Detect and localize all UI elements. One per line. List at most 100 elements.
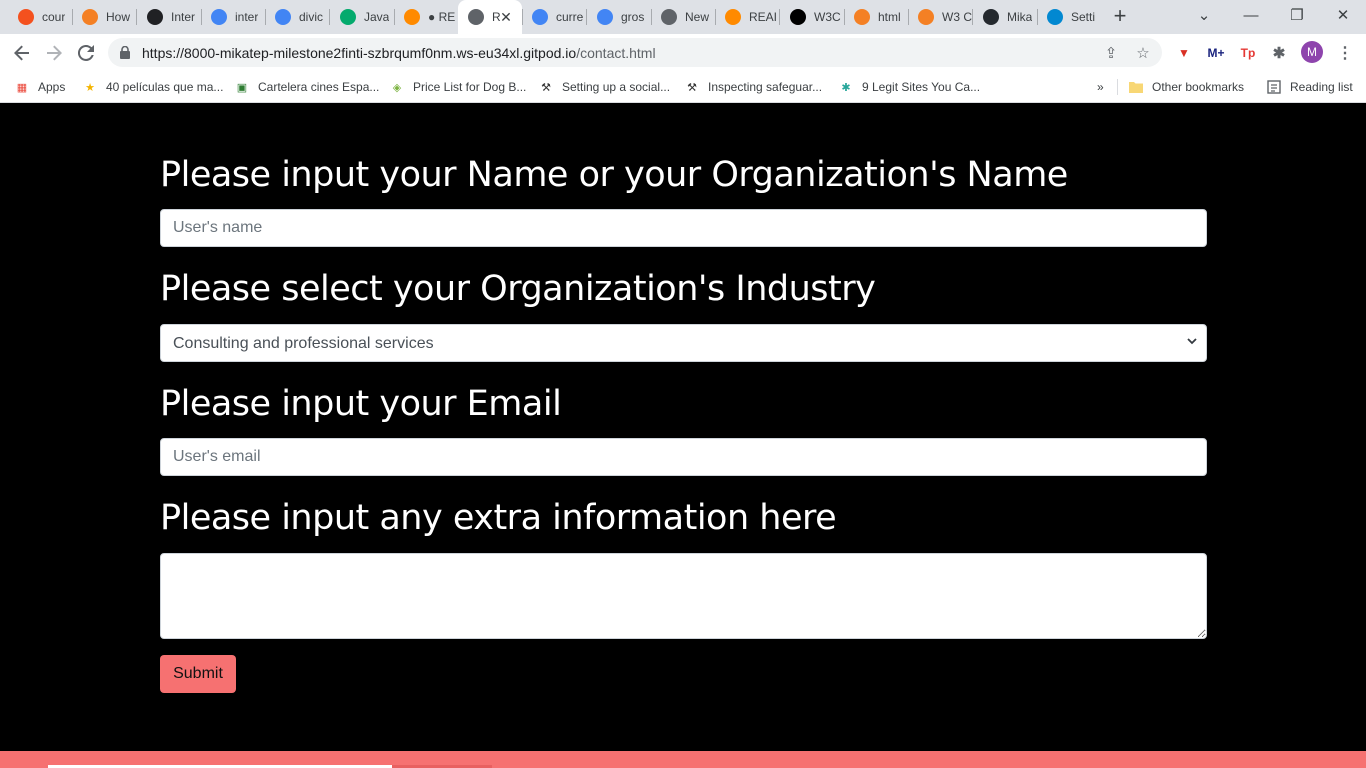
gitpod-icon [404, 9, 420, 25]
stackoverflow-icon [82, 9, 98, 25]
industry-heading: Please select your Organization's Indust… [160, 269, 876, 309]
browser-tab[interactable]: Setti [1037, 0, 1101, 34]
shield-ext-icon[interactable]: ▼ [1173, 42, 1195, 64]
close-tab-icon[interactable]: ✕ [498, 9, 514, 25]
tab-title: W3C [814, 10, 841, 24]
reload-icon [78, 45, 94, 61]
tab-title: New [685, 10, 710, 24]
browser-tab[interactable]: How [72, 0, 136, 34]
forward-button[interactable] [40, 39, 68, 67]
browser-tab[interactable]: W3C [780, 0, 844, 34]
tab-title: W3 C [942, 10, 972, 24]
bookmark-label: Apps [38, 80, 66, 94]
tab-strip: cour How Inter inter divic Java ● RE R ✕ curre gro… [0, 0, 1366, 34]
profile-avatar[interactable]: M [1301, 41, 1323, 63]
bookmark-item[interactable]: ◈ Price List for Dog B... [389, 77, 527, 97]
tab-title: ● RE [428, 10, 456, 24]
browser-tab[interactable]: inter [201, 0, 265, 34]
tab-title: html [878, 10, 901, 24]
bookmark-item[interactable]: ▦ Apps [14, 77, 66, 97]
industry-select-wrapper: Consulting and professional services [160, 324, 1207, 362]
bookmark-label: 40 películas que ma... [106, 80, 224, 94]
new-tab-button[interactable]: + [1108, 5, 1132, 29]
browser-tab[interactable]: REAI [715, 0, 779, 34]
extra-info-textarea[interactable] [160, 553, 1207, 639]
menu-kebab-icon[interactable]: ⋮ [1334, 42, 1356, 64]
bookmark-item[interactable]: ✱ 9 Legit Sites You Ca... [838, 77, 980, 97]
share-icon[interactable]: ⇪ [1100, 42, 1122, 64]
reading-list-label: Reading list [1290, 80, 1353, 94]
bookmarks-overflow-button[interactable]: » [1097, 77, 1104, 97]
browser-tab[interactable]: R ✕ [458, 0, 522, 34]
diamond-icon [1047, 9, 1063, 25]
globe-icon [147, 9, 163, 25]
browser-tab[interactable]: gros [587, 0, 651, 34]
google-icon [532, 9, 548, 25]
star-icon: ★ [85, 81, 95, 94]
browser-tab[interactable]: divic [265, 0, 329, 34]
browser-tab[interactable]: curre [522, 0, 586, 34]
reload-button[interactable] [72, 39, 100, 67]
url-text: https://8000-mikatep-milestone2finti-szb… [142, 45, 656, 61]
google-icon [211, 9, 227, 25]
bookmark-item[interactable]: ⚒ Setting up a social... [538, 77, 670, 97]
tab-title: gros [621, 10, 645, 24]
overflow-chevron-icon: » [1097, 80, 1104, 94]
footer-strip [0, 751, 1366, 768]
bookmark-star-icon[interactable]: ☆ [1132, 42, 1154, 64]
back-arrow-icon [14, 45, 29, 61]
email-input[interactable] [160, 438, 1207, 476]
tab-title: Mika [1007, 10, 1033, 24]
lock-icon [120, 46, 130, 59]
w3c-icon [790, 9, 806, 25]
browser-toolbar: https://8000-mikatep-milestone2finti-szb… [0, 34, 1366, 71]
circle-icon [18, 9, 34, 25]
m-plus-ext-icon[interactable]: M+ [1205, 42, 1227, 64]
restore-icon[interactable]: ❐ [1274, 0, 1320, 30]
browser-tab[interactable]: Mika [973, 0, 1037, 34]
browser-tab[interactable]: html [844, 0, 908, 34]
bookmarks-divider [1117, 79, 1118, 95]
bookmark-item[interactable]: ★ 40 películas que ma... [82, 77, 223, 97]
back-button[interactable] [8, 39, 36, 67]
email-heading: Please input your Email [160, 384, 562, 424]
browser-tab[interactable]: Inter [137, 0, 201, 34]
browser-tab[interactable]: New [651, 0, 715, 34]
url-path: /contact.html [576, 45, 656, 61]
minimize-icon[interactable]: — [1228, 0, 1274, 30]
gitpod-icon [725, 9, 741, 25]
stackoverflow-icon [854, 9, 870, 25]
bookmark-label: Cartelera cines Espa... [258, 80, 380, 94]
industry-select[interactable]: Consulting and professional services [160, 324, 1207, 362]
bookmark-label: 9 Legit Sites You Ca... [862, 80, 981, 94]
tab-title: How [106, 10, 131, 24]
snowflake-icon: ✱ [841, 81, 851, 94]
browser-tab[interactable]: cour [8, 0, 72, 34]
other-bookmarks-folder[interactable]: Other bookmarks [1128, 77, 1244, 97]
bookmark-label: Inspecting safeguar... [708, 80, 823, 94]
address-bar[interactable]: https://8000-mikatep-milestone2finti-szb… [108, 38, 1162, 67]
browser-tab[interactable]: ● RE [394, 0, 458, 34]
tool-icon: ⚒ [687, 81, 697, 94]
browser-tab[interactable]: Java [330, 0, 394, 34]
bookmark-label: Price List for Dog B... [413, 80, 527, 94]
bookmark-item[interactable]: ⚒ Inspecting safeguar... [684, 77, 822, 97]
close-window-icon[interactable]: ✕ [1320, 0, 1366, 30]
tab-title: inter [235, 10, 259, 24]
tp-ext-icon[interactable]: Tp [1237, 42, 1259, 64]
bookmarks-bar: » Other bookmarks Reading list ▦ Apps ★ 40 … [0, 71, 1366, 103]
browser-tab[interactable]: W3 C [908, 0, 972, 34]
extensions-puzzle-icon[interactable]: ✱ [1268, 42, 1290, 64]
tab-search-icon[interactable]: ⌄ [1181, 0, 1227, 30]
tab-title: curre [556, 10, 584, 24]
reading-list-button[interactable]: Reading list [1266, 77, 1353, 97]
stackoverflow-icon [918, 9, 934, 25]
url-host: https://8000-mikatep-milestone2finti-szb… [142, 45, 577, 61]
github-icon [983, 9, 999, 25]
submit-button[interactable]: Submit [160, 655, 236, 693]
other-bookmarks-label: Other bookmarks [1152, 80, 1245, 94]
name-input[interactable] [160, 209, 1207, 247]
bookmark-item[interactable]: ▣ Cartelera cines Espa... [234, 77, 380, 97]
folder-icon [1128, 79, 1144, 95]
tab-title: Java [364, 10, 390, 24]
